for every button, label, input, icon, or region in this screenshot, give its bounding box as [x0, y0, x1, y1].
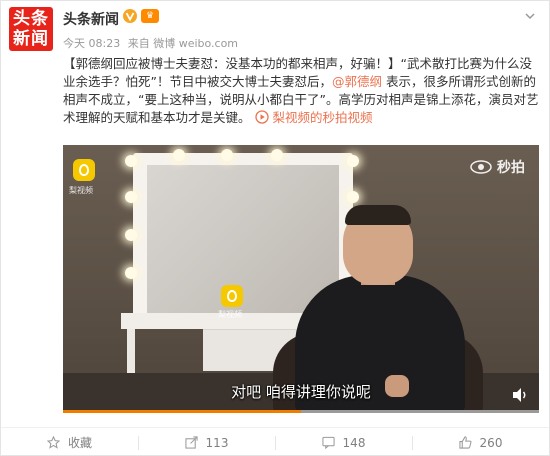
- pear-caption: 梨视频: [69, 186, 93, 195]
- video-progress-bar[interactable]: [63, 410, 539, 413]
- play-circle-icon: [254, 110, 269, 124]
- verified-v-icon: [123, 9, 137, 23]
- weibo-post-card: 头条 新闻 头条新闻 ♛ 今天 08:23 来自 微博 weibo.com 【郭…: [0, 0, 550, 456]
- mirror-bulb: [125, 267, 137, 279]
- account-avatar[interactable]: 头条 新闻: [9, 7, 53, 51]
- video-link[interactable]: 梨视频的秒拍视频: [254, 110, 373, 125]
- video-progress-fill: [63, 410, 301, 413]
- mention-link[interactable]: @郭德纲: [332, 74, 382, 89]
- star-icon: [46, 436, 60, 449]
- miaopai-watermark: 秒拍: [470, 157, 525, 177]
- post-source[interactable]: 来自 微博 weibo.com: [128, 37, 238, 50]
- video-player[interactable]: 梨视频 梨视频 秒拍 对吧 咱得讲理你说呢: [63, 145, 539, 413]
- forward-button[interactable]: 113: [138, 428, 275, 456]
- like-button[interactable]: 260: [412, 428, 549, 456]
- like-count: 260: [479, 435, 503, 450]
- mirror-bulb: [347, 155, 359, 167]
- vip-badge-icon: ♛: [141, 9, 159, 23]
- pear-video-logo-icon: [73, 159, 95, 181]
- avatar-text-line2: 新闻: [13, 29, 49, 49]
- mirror-bulb: [125, 229, 137, 241]
- avatar-text-line1: 头条: [13, 9, 49, 29]
- video-subtitle: 对吧 咱得讲理你说呢: [231, 383, 371, 401]
- share-icon: [184, 436, 198, 449]
- mirror-bulb: [125, 155, 137, 167]
- video-link-label: 梨视频的秒拍视频: [272, 110, 373, 125]
- comment-icon: [321, 436, 335, 449]
- eye-icon: [470, 160, 492, 174]
- vanity-mirror: [147, 165, 339, 313]
- comment-button[interactable]: 148: [275, 428, 412, 456]
- mirror-bulb: [125, 191, 137, 203]
- mirror-bulb: [271, 149, 283, 161]
- comment-count: 148: [342, 435, 366, 450]
- forward-count: 113: [205, 435, 229, 450]
- favorite-label: 收藏: [67, 436, 92, 450]
- post-meta: 今天 08:23 来自 微博 weibo.com: [63, 35, 242, 51]
- pear-caption: 梨视频: [218, 310, 242, 319]
- pear-video-logo-icon: [221, 285, 243, 307]
- speaker-hair: [345, 205, 411, 225]
- account-name[interactable]: 头条新闻: [63, 9, 119, 29]
- post-text: 【郭德纲回应被博士夫妻怼：没基本功的都来相声，好骗！】“武术散打比赛为什么没业余…: [63, 55, 539, 127]
- mirror-bulb: [221, 149, 233, 161]
- favorite-button[interactable]: 收藏: [1, 428, 138, 456]
- miaopai-label: 秒拍: [497, 160, 525, 176]
- volume-icon[interactable]: [511, 387, 529, 403]
- mirror-bulb: [173, 149, 185, 161]
- action-bar: 收藏 113 148 260: [1, 427, 549, 456]
- chevron-down-icon[interactable]: [523, 9, 537, 23]
- post-date[interactable]: 今天 08:23: [63, 37, 120, 50]
- mirror-bulb: [347, 191, 359, 203]
- thumbs-up-icon: [458, 436, 472, 449]
